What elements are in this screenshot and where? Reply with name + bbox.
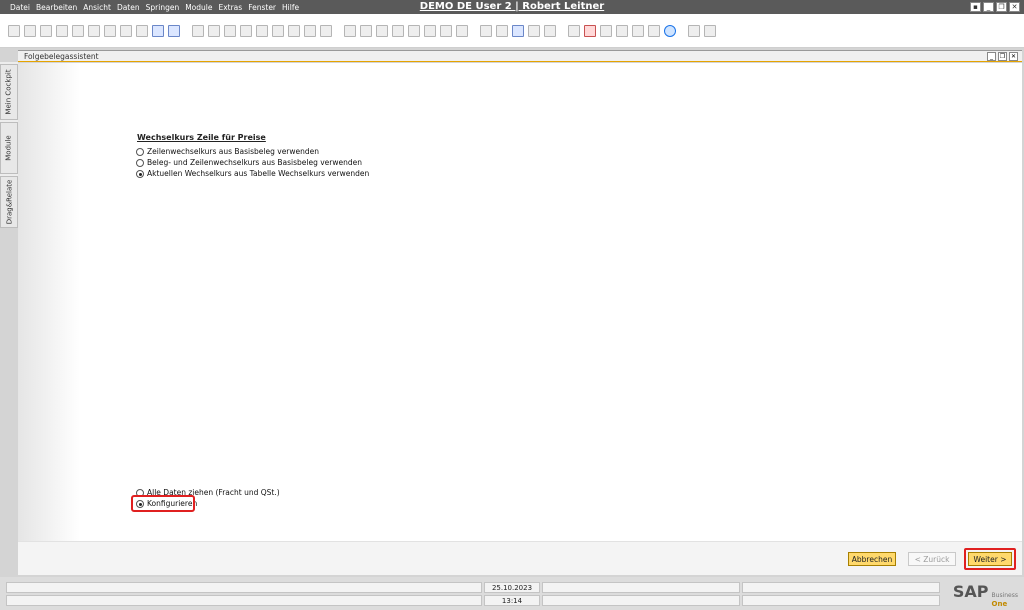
side-tab-modules[interactable]: Module (0, 122, 18, 174)
user-tree-icon[interactable] (632, 24, 644, 37)
form-settings-icon[interactable] (496, 24, 508, 37)
app-window-controls: ▪ _ ❐ ✕ (970, 2, 1020, 12)
menu-springen[interactable]: Springen (146, 3, 180, 12)
gross-profit-icon[interactable] (424, 24, 436, 37)
radio-button[interactable] (136, 147, 144, 156)
base-document-icon[interactable] (376, 24, 388, 37)
section-title: Wechselkurs Zeile für Preise (137, 133, 266, 142)
menu-hilfe[interactable]: Hilfe (282, 3, 299, 12)
app-minimize-icon[interactable]: _ (983, 2, 994, 12)
exchange-option-3[interactable]: Aktuellen Wechselkurs aus Tabelle Wechse… (136, 169, 369, 178)
copy-from-icon[interactable] (344, 24, 356, 37)
address-book-icon[interactable] (648, 24, 660, 37)
previous-record-icon[interactable] (240, 24, 252, 37)
preview-icon[interactable] (8, 24, 20, 37)
toolbar (0, 14, 1024, 48)
exchange-option-1[interactable]: Zeilenwechselkurs aus Basisbeleg verwend… (136, 147, 319, 156)
status-date: 25.10.2023 (484, 582, 540, 593)
side-tab-drag-relate[interactable]: Drag&Relate (0, 176, 18, 228)
main-menu: Datei Bearbeiten Ansicht Daten Springen … (0, 3, 305, 12)
radio-label: Beleg- und Zeilenwechselkurs aus Basisbe… (147, 158, 362, 167)
status-time: 13:14 (484, 595, 540, 606)
web-icon[interactable] (664, 24, 676, 37)
last-record-icon[interactable] (272, 24, 284, 37)
next-highlight (964, 548, 1016, 570)
status-field-4 (742, 595, 940, 606)
configure-highlight (131, 495, 195, 512)
side-tab-bar: Mein Cockpit Module Drag&Relate (0, 62, 18, 228)
decorative-strip (18, 63, 80, 541)
menu-datei[interactable]: Datei (10, 3, 30, 12)
target-document-icon[interactable] (392, 24, 404, 37)
upload-icon[interactable] (152, 24, 164, 37)
app-close-icon[interactable]: ✕ (1009, 2, 1020, 12)
transaction-journal-icon[interactable] (440, 24, 452, 37)
wizard-content: Wechselkurs Zeile für Preise Zeilenwechs… (18, 63, 1022, 541)
window-title: Folgebelegassistent (24, 52, 99, 61)
app-restore-icon[interactable]: ❐ (996, 2, 1007, 12)
side-tab-cockpit[interactable]: Mein Cockpit (0, 64, 18, 120)
sap-logo: SAP Business One (952, 582, 1018, 608)
menu-daten[interactable]: Daten (117, 3, 140, 12)
layout-designer-icon[interactable] (456, 24, 468, 37)
menu-ansicht[interactable]: Ansicht (83, 3, 111, 12)
exchange-option-2[interactable]: Beleg- und Zeilenwechselkurs aus Basisbe… (136, 158, 362, 167)
pdf-icon[interactable] (136, 24, 148, 37)
wizard-button-bar: Abbrechen < Zurück Weiter > (18, 541, 1022, 575)
document-icon[interactable] (88, 24, 100, 37)
clipboard-icon[interactable] (72, 24, 84, 37)
status-field-2 (542, 595, 740, 606)
help-icon[interactable] (688, 24, 700, 37)
binoculars-icon[interactable] (192, 24, 204, 37)
email-icon[interactable] (40, 24, 52, 37)
filter-icon[interactable] (304, 24, 316, 37)
back-button[interactable]: < Zurück (908, 552, 956, 566)
message-icon[interactable] (528, 24, 540, 37)
menubar: Datei Bearbeiten Ansicht Daten Springen … (0, 0, 1024, 14)
status-message-2 (6, 595, 482, 606)
window-header: Folgebelegassistent _ ❐ ✕ (18, 50, 1022, 62)
sort-icon[interactable] (320, 24, 332, 37)
menu-module[interactable]: Module (185, 3, 212, 12)
export-icon[interactable] (56, 24, 68, 37)
app-settings-icon[interactable]: ▪ (970, 2, 981, 12)
cancel-button[interactable]: Abbrechen (848, 552, 896, 566)
menu-extras[interactable]: Extras (218, 3, 242, 12)
radio-button-selected[interactable] (136, 169, 144, 178)
menu-bearbeiten[interactable]: Bearbeiten (36, 3, 77, 12)
radio-label: Aktuellen Wechselkurs aus Tabelle Wechse… (147, 169, 370, 178)
next-record-icon[interactable] (256, 24, 268, 37)
settings-icon[interactable] (704, 24, 716, 37)
window-close-icon[interactable]: ✕ (1009, 52, 1018, 61)
status-bar: 25.10.2023 13:14 SAP Business One (0, 577, 1024, 610)
status-field-1 (542, 582, 740, 593)
find-icon[interactable] (168, 24, 180, 37)
window-restore-icon[interactable]: ❐ (998, 52, 1007, 61)
menu-fenster[interactable]: Fenster (248, 3, 276, 12)
query-icon[interactable] (512, 24, 524, 37)
excel-icon[interactable] (104, 24, 116, 37)
window-minimize-icon[interactable]: _ (987, 52, 996, 61)
first-record-icon[interactable] (224, 24, 236, 37)
chat-icon[interactable] (544, 24, 556, 37)
word-icon[interactable] (120, 24, 132, 37)
window-controls: _ ❐ ✕ (987, 52, 1018, 61)
status-message (6, 582, 482, 593)
calendar-icon[interactable] (584, 24, 596, 37)
pivot-icon[interactable] (616, 24, 628, 37)
edit-form-icon[interactable] (480, 24, 492, 37)
add-record-icon[interactable] (208, 24, 220, 37)
calculator-icon[interactable] (568, 24, 580, 37)
radio-button[interactable] (136, 158, 144, 167)
copy-to-icon[interactable] (360, 24, 372, 37)
print-icon[interactable] (24, 24, 36, 37)
image-icon[interactable] (600, 24, 612, 37)
radio-label: Zeilenwechselkurs aus Basisbeleg verwend… (147, 147, 320, 156)
relationship-map-icon[interactable] (408, 24, 420, 37)
status-field-3 (742, 582, 940, 593)
refresh-icon[interactable] (288, 24, 300, 37)
